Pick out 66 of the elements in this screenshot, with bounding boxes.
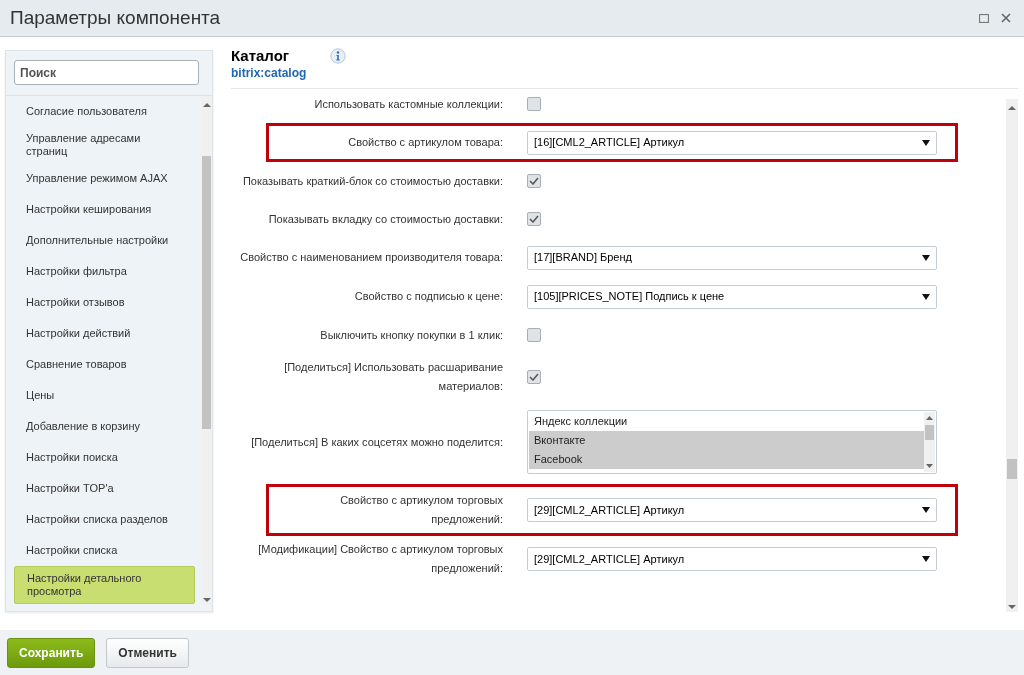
search-field[interactable]: Поиск: [14, 60, 199, 85]
field-label: Показывать краткий-блок со стоимостью доставки:: [241, 173, 504, 189]
scrollbar[interactable]: [200, 96, 212, 605]
cancel-button[interactable]: Отменить: [106, 637, 189, 668]
sidebar-item[interactable]: Настройки поиска: [14, 442, 195, 473]
scrollbar-thumb[interactable]: [201, 156, 211, 429]
sidebar-item[interactable]: Дополнительные настройки: [14, 225, 195, 256]
field-label: Свойство с артикулом товара:: [347, 135, 504, 150]
field-label: Выключить кнопку покупки в 1 клик:: [319, 327, 504, 343]
field-label: [Модификации] Свойство с артикулом торговых предложений:: [257, 542, 504, 576]
caret-icon: [922, 293, 930, 300]
field-label: [Поделиться] В каких соцсетях можно поделится:: [250, 434, 504, 450]
field-label: Показывать вкладку со стоимостью доставки:: [267, 211, 504, 227]
component-title: Каталог: [231, 47, 291, 64]
sidebar-item[interactable]: Настройки списка: [14, 535, 195, 566]
sidebar-item[interactable]: Настройки TOP'а: [14, 473, 195, 504]
sidebar-item[interactable]: Сравнение товаров: [14, 349, 195, 380]
select-field[interactable]: [29][CML2_ARTICLE] Артикул: [527, 547, 937, 571]
scrollbar[interactable]: [924, 412, 935, 472]
caret-icon: [922, 139, 930, 146]
sidebar-item[interactable]: Управление режимом AJAX: [14, 163, 195, 194]
field-label: [Поделиться] Использовать расшаривание материалов:: [283, 360, 504, 394]
sidebar-item[interactable]: Согласие пользователя: [14, 96, 195, 127]
close-icon[interactable]: [1001, 13, 1011, 23]
sidebar-item[interactable]: Настройки фильтра: [14, 256, 195, 287]
scroll-down-icon[interactable]: [1008, 604, 1016, 610]
scroll-down-icon[interactable]: [926, 464, 933, 469]
field-label: Свойство с наименованием производителя товара:: [239, 250, 504, 265]
select-field[interactable]: [29][CML2_ARTICLE] Артикул: [527, 498, 937, 522]
list-option[interactable]: Facebook: [529, 450, 924, 469]
sidebar-item[interactable]: Управление адресами страниц: [14, 127, 195, 163]
scrollbar[interactable]: [1006, 99, 1018, 612]
field-label: Свойство с артикулом торговых предложений:: [339, 493, 504, 527]
select-field[interactable]: [17][BRAND] Бренд: [527, 245, 937, 270]
checkbox[interactable]: [527, 174, 541, 188]
scrollbar-thumb[interactable]: [1007, 459, 1017, 479]
multiselect-list[interactable]: Яндекс коллекции Вконтакте Facebook: [527, 410, 937, 474]
scroll-up-icon[interactable]: [202, 102, 211, 108]
component-code: bitrix:catalog: [231, 65, 307, 82]
checkbox[interactable]: [527, 328, 541, 342]
field-label: Использовать кастомные коллекции:: [313, 96, 504, 112]
window-title: Параметры компонента: [10, 6, 221, 30]
caret-icon: [922, 556, 930, 562]
sidebar-item[interactable]: Настройки действий: [14, 318, 195, 349]
scroll-down-icon[interactable]: [202, 597, 211, 603]
sidebar-item[interactable]: Настройки кеширования: [14, 194, 195, 225]
field-label: Свойство с подписью к цене:: [353, 289, 504, 304]
scrollbar-thumb[interactable]: [925, 425, 934, 440]
maximize-icon[interactable]: [979, 13, 989, 23]
select-field[interactable]: [16][CML2_ARTICLE] Артикул: [527, 130, 937, 155]
scroll-up-icon[interactable]: [1008, 105, 1016, 111]
sidebar-item[interactable]: Добавление в корзину: [14, 411, 195, 442]
caret-icon: [922, 254, 930, 261]
info-icon[interactable]: [330, 48, 347, 64]
caret-icon: [922, 507, 930, 513]
sidebar-item[interactable]: Настройки детального просмотра: [14, 566, 195, 604]
sidebar-item[interactable]: Настройки списка разделов: [14, 504, 195, 535]
sidebar-item[interactable]: Настройки отзывов: [14, 287, 195, 318]
scroll-up-icon[interactable]: [926, 415, 933, 420]
sidebar-item[interactable]: Цены: [14, 380, 195, 411]
checkbox[interactable]: [527, 97, 541, 111]
list-option[interactable]: Яндекс коллекции: [529, 412, 924, 431]
list-option[interactable]: Вконтакте: [529, 431, 924, 450]
checkbox[interactable]: [527, 212, 541, 226]
select-field[interactable]: [105][PRICES_NOTE] Подпись к цене: [527, 284, 937, 309]
checkbox[interactable]: [527, 370, 541, 384]
